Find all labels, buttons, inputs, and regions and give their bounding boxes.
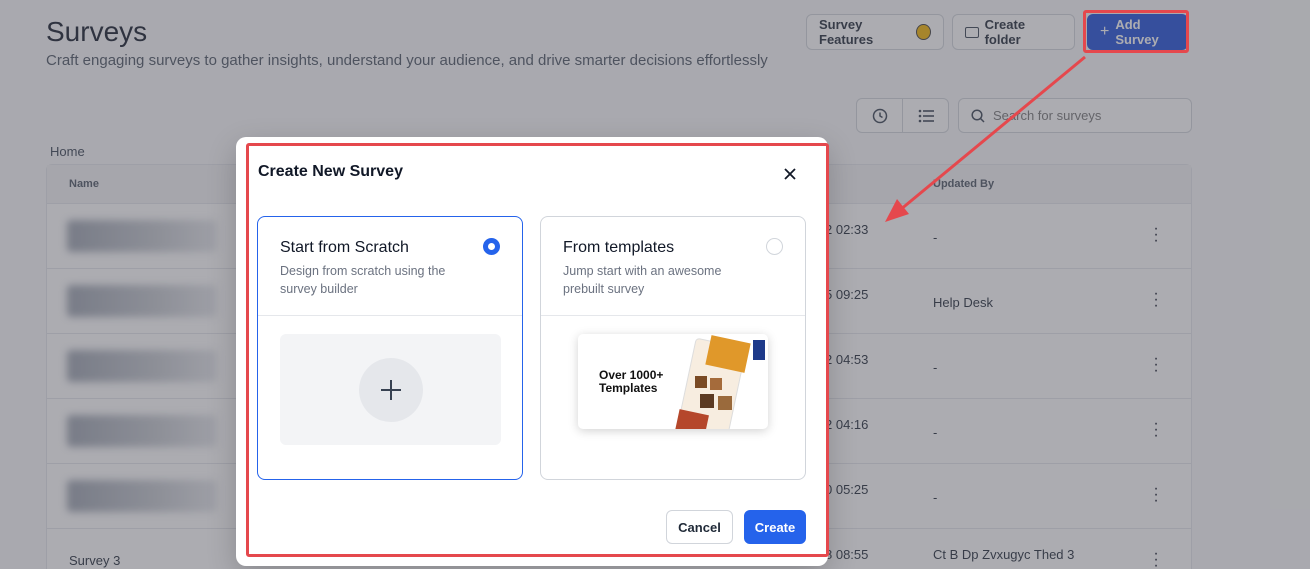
add-survey-highlight bbox=[1083, 10, 1189, 53]
modal-highlight bbox=[246, 143, 829, 557]
